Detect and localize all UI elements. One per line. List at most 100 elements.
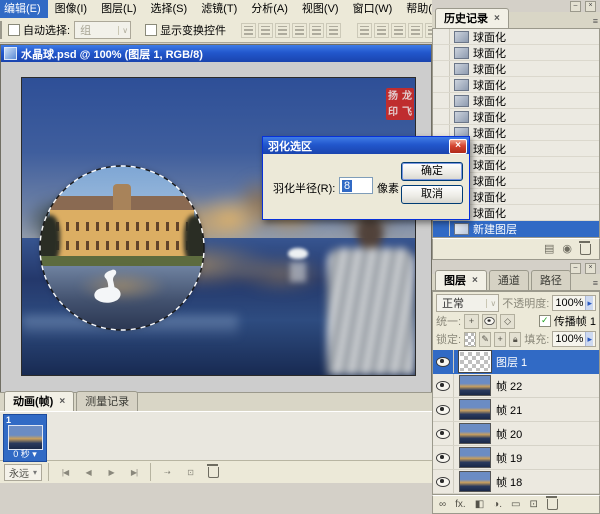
link-layers-icon[interactable]: ∞	[439, 500, 446, 510]
history-state[interactable]: 球面化	[433, 45, 599, 61]
tab-paths[interactable]: 路径	[531, 270, 571, 290]
delete-frame-area[interactable]	[203, 463, 223, 481]
unify-position-icon[interactable]: +	[464, 314, 479, 329]
lock-image-icon[interactable]: ✎	[479, 332, 491, 347]
panel-menu-icon[interactable]: ≡	[593, 278, 598, 288]
dialog-title-bar[interactable]: 羽化选区 ×	[263, 137, 469, 154]
slider-arrow-icon[interactable]: ▸	[585, 332, 593, 346]
fill-field[interactable]: 100% ▸	[552, 331, 596, 347]
minimize-icon[interactable]: –	[570, 1, 581, 12]
tab-channels[interactable]: 通道	[489, 270, 529, 290]
close-icon[interactable]: ×	[449, 139, 467, 154]
layer-row[interactable]: 图层 1	[433, 350, 599, 374]
layer-thumbnail[interactable]	[459, 423, 491, 444]
history-brush-source-well[interactable]	[433, 77, 450, 92]
slider-arrow-icon[interactable]: ▸	[585, 296, 593, 310]
layer-row[interactable]: 帧 22	[433, 374, 599, 398]
crystal-ball-selection[interactable]	[40, 166, 204, 330]
close-icon[interactable]: ×	[585, 263, 596, 274]
opacity-field[interactable]: 100% ▸	[552, 295, 596, 311]
layer-thumbnail[interactable]	[459, 399, 491, 420]
layer-row[interactable]: 帧 19	[433, 446, 599, 470]
new-layer-icon[interactable]: ⊡	[529, 500, 537, 510]
loop-count-dropdown[interactable]: 永远 ▾	[4, 464, 42, 481]
align-left-edges-icon[interactable]	[292, 23, 307, 38]
unify-visibility-icon[interactable]	[482, 314, 497, 329]
close-icon[interactable]: ×	[472, 275, 478, 286]
ok-button[interactable]: 确定	[401, 162, 463, 181]
align-top-edges-icon[interactable]	[241, 23, 256, 38]
layer-visibility-toggle[interactable]	[433, 446, 454, 469]
propagate-frame-checkbox[interactable]: ✓ 传播帧 1	[539, 313, 596, 329]
layer-style-icon[interactable]: fx.	[455, 500, 466, 510]
blend-mode-dropdown[interactable]: 正常 ∨	[436, 294, 499, 312]
layer-mask-icon[interactable]: ◧	[475, 500, 484, 510]
history-state[interactable]: 球面化	[433, 77, 599, 93]
delete-layer-trash-icon[interactable]	[547, 499, 558, 510]
align-bottom-edges-icon[interactable]	[275, 23, 290, 38]
tween-button[interactable]: ⇢	[157, 463, 177, 481]
auto-select-checkbox[interactable]: 自动选择:	[8, 22, 70, 38]
layer-visibility-toggle[interactable]	[433, 350, 454, 373]
layer-thumbnail[interactable]	[459, 351, 491, 372]
align-vertical-centers-icon[interactable]	[258, 23, 273, 38]
align-right-edges-icon[interactable]	[326, 23, 341, 38]
history-brush-source-well[interactable]	[433, 61, 450, 76]
history-state[interactable]: 球面化	[433, 93, 599, 109]
feather-radius-input[interactable]: 8	[339, 177, 373, 194]
layer-thumbnail[interactable]	[459, 447, 491, 468]
delete-state-trash-icon[interactable]	[580, 244, 591, 255]
minimize-icon[interactable]: –	[570, 263, 581, 274]
menu-item[interactable]: 滤镜(T)	[194, 0, 244, 18]
frame-delay-dropdown[interactable]: 0 秒 ▾	[4, 447, 46, 460]
history-state[interactable]: 球面化	[433, 109, 599, 125]
history-brush-source-well[interactable]	[433, 93, 450, 108]
menu-item[interactable]: 图像(I)	[48, 0, 94, 18]
history-brush-source-well[interactable]	[433, 109, 450, 124]
menu-item[interactable]: 编辑(E)	[0, 0, 48, 18]
cancel-button[interactable]: 取消	[401, 185, 463, 204]
align-horizontal-centers-icon[interactable]	[309, 23, 324, 38]
layer-visibility-toggle[interactable]	[433, 374, 454, 397]
layer-visibility-toggle[interactable]	[433, 398, 454, 421]
document-title-bar[interactable]: 水晶球.psd @ 100% (图层 1, RGB/8)	[1, 45, 431, 62]
history-state[interactable]: 球面化	[433, 29, 599, 45]
panel-menu-icon[interactable]: ≡	[593, 16, 598, 26]
tool-preset-icon[interactable]	[0, 21, 2, 39]
distribute-vertical-centers-icon[interactable]	[374, 23, 389, 38]
menu-item[interactable]: 窗口(W)	[346, 0, 400, 18]
layer-visibility-toggle[interactable]	[433, 422, 454, 445]
new-snapshot-icon[interactable]: ◉	[562, 244, 572, 255]
close-icon[interactable]: ×	[494, 13, 500, 24]
close-icon[interactable]: ×	[585, 1, 596, 12]
history-brush-source-well[interactable]	[433, 29, 450, 44]
duplicate-frame-button[interactable]: ⊡	[180, 463, 200, 481]
previous-frame-button[interactable]: ◀	[78, 463, 98, 481]
menu-item[interactable]: 选择(S)	[144, 0, 195, 18]
tab-history[interactable]: 历史记录 ×	[435, 8, 509, 28]
history-state[interactable]: 球面化	[433, 61, 599, 77]
layer-row[interactable]: 帧 20	[433, 422, 599, 446]
menu-item[interactable]: 图层(L)	[94, 0, 143, 18]
layer-thumbnail[interactable]	[459, 375, 491, 396]
menu-item[interactable]: 分析(A)	[244, 0, 295, 18]
lock-position-icon[interactable]: +	[494, 332, 506, 347]
layer-row[interactable]: 帧 21	[433, 398, 599, 422]
next-frame-button[interactable]: ▶|	[124, 463, 144, 481]
history-brush-source-well[interactable]	[433, 221, 450, 236]
play-button[interactable]: ▶	[101, 463, 121, 481]
new-document-from-state-icon[interactable]: ▤	[544, 244, 554, 255]
distribute-left-edges-icon[interactable]	[408, 23, 423, 38]
menu-item[interactable]: 视图(V)	[295, 0, 346, 18]
history-state-selected[interactable]: 新建图层	[433, 221, 599, 237]
adjustment-layer-icon[interactable]: ◑.	[493, 500, 502, 510]
lock-all-icon[interactable]: 🔒︎	[509, 332, 521, 347]
tab-animation[interactable]: 动画(帧) ×	[4, 391, 74, 411]
auto-select-dropdown[interactable]: 组 ∨	[74, 21, 131, 39]
unify-style-icon[interactable]: ◇	[500, 314, 515, 329]
animation-frame-1[interactable]: 1 0 秒 ▾	[3, 414, 47, 462]
show-transform-checkbox[interactable]: 显示变换控件	[145, 22, 226, 38]
history-brush-source-well[interactable]	[433, 45, 450, 60]
close-icon[interactable]: ×	[59, 396, 65, 407]
layer-row[interactable]: 帧 18	[433, 470, 599, 494]
